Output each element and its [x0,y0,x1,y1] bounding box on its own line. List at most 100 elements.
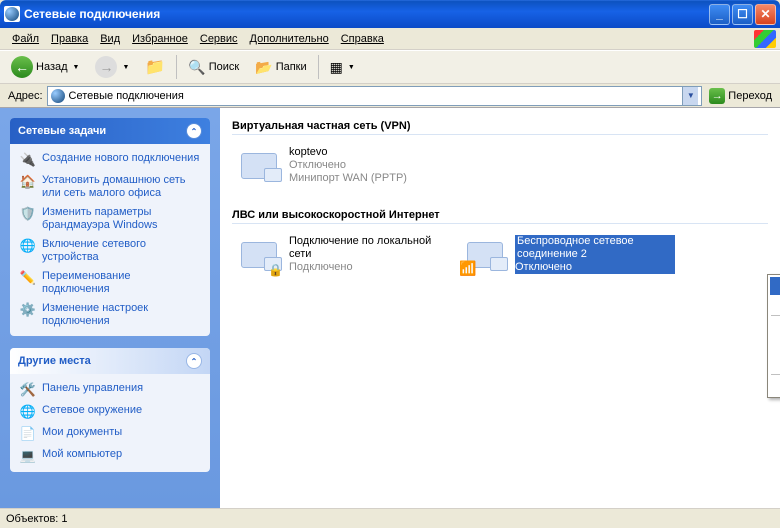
address-icon [51,89,65,103]
other-places-title: Другие места [18,355,91,367]
views-dropdown-icon: ▼ [348,64,355,71]
up-button[interactable]: 📁 [138,54,172,80]
rename-icon: ✏️ [20,270,36,286]
new-connection-icon: 🔌 [20,152,36,168]
toolbar-separator [176,55,177,79]
address-dropdown-icon[interactable]: ▼ [682,87,698,105]
status-bar: Объектов: 1 [0,508,780,528]
folders-label: Папки [276,61,307,73]
menu-view[interactable]: Вид [94,31,126,47]
views-button[interactable]: ▦ ▼ [323,56,362,79]
firewall-lock-icon: 🔒 [268,263,283,277]
toolbar: ← Назад ▼ → ▼ 📁 🔍 Поиск 📂 Папки ▦ ▼ [0,50,780,84]
menu-bar: Файл Правка Вид Избранное Сервис Дополни… [0,28,780,50]
address-bar: Адрес: Сетевые подключения ▼ → Переход [0,84,780,108]
search-button[interactable]: 🔍 Поиск [181,56,246,79]
windows-flag-icon [754,30,776,48]
connection-name: Беспроводное сетевое соединение 2 [515,235,675,261]
chevron-up-icon: ⌃ [186,353,202,369]
explorer-body: Сетевые задачи ⌃ 🔌 Создание нового подкл… [0,108,780,508]
menu-advanced[interactable]: Дополнительно [244,31,335,47]
vpn-connection-icon [235,146,283,186]
back-arrow-icon: ← [11,56,33,78]
connection-name: koptevo [289,146,407,159]
menu-favorites[interactable]: Избранное [126,31,194,47]
task-enable-device[interactable]: 🌐 Включение сетевого устройства [20,238,200,264]
task-new-connection[interactable]: 🔌 Создание нового подключения [20,152,200,168]
group-separator [232,134,768,135]
title-bar: Сетевые подключения _ ☐ ✕ [0,0,780,28]
other-places-body: 🛠️ Панель управления 🌐 Сетевое окружение… [10,374,210,472]
back-dropdown-icon: ▼ [73,64,80,71]
content-area: Виртуальная частная сеть (VPN) koptevo О… [220,108,780,508]
chevron-up-icon: ⌃ [186,123,202,139]
network-tasks-panel: Сетевые задачи ⌃ 🔌 Создание нового подкл… [10,118,210,336]
connection-wireless[interactable]: 📶 Беспроводное сетевое соединение 2 Откл… [458,232,678,278]
address-value: Сетевые подключения [69,90,679,102]
back-button[interactable]: ← Назад ▼ [4,53,86,81]
forward-arrow-icon: → [95,56,117,78]
ctx-properties[interactable]: Свойства [770,377,780,395]
close-button[interactable]: ✕ [755,4,776,25]
ctx-delete: Удалить [770,336,780,354]
task-rename[interactable]: ✏️ Переименование подключения [20,270,200,296]
menu-help[interactable]: Справка [335,31,390,47]
connection-lan[interactable]: 🔒 Подключение по локальной сети Подключе… [232,232,442,278]
toolbar-separator [318,55,319,79]
window-title: Сетевые подключения [24,7,707,21]
search-icon: 🔍 [188,59,205,76]
connection-device: Минипорт WAN (PPTP) [289,172,407,185]
forward-button[interactable]: → ▼ [88,53,136,81]
go-button[interactable]: → Переход [705,87,776,105]
menu-edit[interactable]: Правка [45,31,94,47]
ctx-enable[interactable]: Включить [770,277,780,295]
address-input[interactable]: Сетевые подключения ▼ [47,86,703,106]
back-label: Назад [36,61,68,73]
ctx-status: Состояние [770,295,780,313]
folders-button[interactable]: 📂 Папки [248,56,313,79]
ctx-separator [771,374,780,375]
address-label: Адрес: [4,90,47,102]
go-label: Переход [728,90,772,102]
connection-state: Подключено [289,261,439,274]
task-home-network[interactable]: 🏠 Установить домашнюю сеть или сеть мало… [20,174,200,200]
place-my-computer[interactable]: 💻 Мой компьютер [20,448,200,464]
place-my-documents[interactable]: 📄 Мои документы [20,426,200,442]
network-tasks-header[interactable]: Сетевые задачи ⌃ [10,118,210,144]
ctx-rename[interactable]: Переименовать [770,354,780,372]
home-network-icon: 🏠 [20,174,36,190]
connection-vpn-koptevo[interactable]: koptevo Отключено Минипорт WAN (PPTP) [232,143,768,189]
network-tasks-body: 🔌 Создание нового подключения 🏠 Установи… [10,144,210,336]
connection-state: Отключено [289,159,407,172]
app-icon [4,6,20,22]
place-network-places[interactable]: 🌐 Сетевое окружение [20,404,200,420]
lan-connection-icon: 🔒 [235,235,283,275]
network-places-icon: 🌐 [20,404,36,420]
menu-file[interactable]: Файл [6,31,45,47]
ctx-separator [771,315,780,316]
documents-icon: 📄 [20,426,36,442]
search-label: Поиск [209,61,239,73]
menu-tools[interactable]: Сервис [194,31,244,47]
up-folder-icon: 📁 [145,57,165,77]
ctx-shortcut[interactable]: Создать ярлык [770,318,780,336]
firewall-icon: 🛡️ [20,206,36,222]
enable-device-icon: 🌐 [20,238,36,254]
task-pane: Сетевые задачи ⌃ 🔌 Создание нового подкл… [0,108,220,508]
wireless-signal-icon: 📶 [459,260,476,277]
task-firewall[interactable]: 🛡️ Изменить параметры брандмауэра Window… [20,206,200,232]
context-menu: Включить Состояние Создать ярлык Удалить… [767,274,780,398]
control-panel-icon: 🛠️ [20,382,36,398]
computer-icon: 💻 [20,448,36,464]
status-text: Объектов: 1 [6,513,68,525]
network-tasks-title: Сетевые задачи [18,125,106,137]
task-settings[interactable]: ⚙️ Изменение настроек подключения [20,302,200,328]
connection-name: Подключение по локальной сети [289,235,439,261]
maximize-button[interactable]: ☐ [732,4,753,25]
minimize-button[interactable]: _ [709,4,730,25]
connection-state: Отключено [515,261,675,274]
group-separator [232,223,768,224]
place-control-panel[interactable]: 🛠️ Панель управления [20,382,200,398]
other-places-header[interactable]: Другие места ⌃ [10,348,210,374]
go-arrow-icon: → [709,88,725,104]
